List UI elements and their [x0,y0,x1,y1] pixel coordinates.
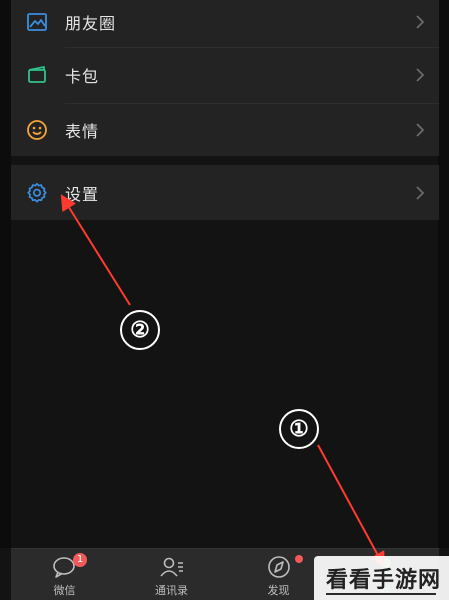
chevron-right-icon [416,186,425,200]
arrow-to-me-tab [317,444,385,569]
step-2-marker: ② [120,310,160,350]
chevron-right-icon [416,15,425,29]
tab-label: 通讯录 [155,584,188,597]
menu-item-label: 设置 [65,185,100,204]
watermark-underline [326,593,436,595]
unread-badge: 1 [73,553,87,567]
menu-item-label: 朋友圈 [65,14,117,33]
menu-group-primary: 朋友圈 卡包 表情 [11,0,439,156]
menu-item-label: 卡包 [65,67,100,86]
contacts-icon [159,557,183,577]
tab-chats[interactable]: 1 微信 [11,549,118,600]
chevron-right-icon [416,123,425,137]
menu-item-label: 表情 [65,122,100,141]
card-wallet-icon [28,66,46,83]
menu-group-settings: 设置 [11,165,439,220]
watermark-text: 看看手游网 [326,568,442,593]
smiley-icon [27,120,47,140]
step-1-marker: ① [279,409,319,449]
tab-label: 微信 [53,584,76,597]
tab-contacts[interactable]: 通讯录 [118,549,225,600]
wechat-me-screen: 朋友圈 卡包 表情 设置 1 微信 通讯录 发现 ② ① 看看手游网 [0,0,449,600]
moments-picture-icon [27,13,47,31]
new-dot-badge [295,555,303,563]
left-bezel [0,0,11,548]
right-bezel [438,0,449,548]
gear-icon [27,182,47,203]
menu-item-card-wallet[interactable]: 卡包 [11,49,439,101]
chevron-right-icon [416,68,425,82]
menu-item-settings[interactable]: 设置 [11,167,439,219]
menu-item-moments[interactable]: 朋友圈 [11,0,439,48]
compass-icon [267,556,290,578]
menu-item-stickers[interactable]: 表情 [11,104,439,156]
menu-divider [65,47,439,48]
site-watermark: 看看手游网 [314,556,449,600]
